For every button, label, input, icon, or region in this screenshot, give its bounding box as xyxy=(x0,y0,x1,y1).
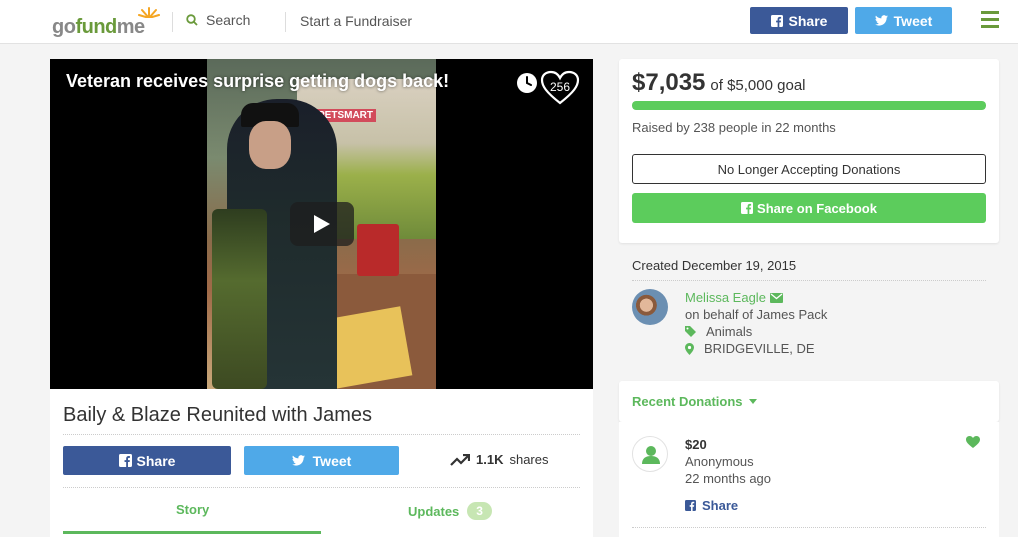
header-divider xyxy=(285,12,286,32)
search-icon xyxy=(186,14,198,26)
recent-donations-label: Recent Donations xyxy=(632,394,743,409)
logo-text: gofundme xyxy=(52,16,145,38)
tweet-label: Tweet xyxy=(893,12,933,29)
progress-fill xyxy=(632,101,986,110)
like-count: 256 xyxy=(549,80,571,94)
shares-number: 1.1K xyxy=(476,452,504,467)
facebook-icon xyxy=(118,454,132,467)
search-link[interactable]: Search xyxy=(186,12,250,28)
facebook-icon xyxy=(770,14,783,27)
watch-later-icon[interactable] xyxy=(516,72,538,94)
shares-label: shares xyxy=(509,452,549,467)
video-title: Veteran receives surprise getting dogs b… xyxy=(66,71,450,91)
recent-donations-dropdown[interactable]: Recent Donations xyxy=(632,394,757,409)
donation-amount: $20 xyxy=(685,437,707,452)
on-behalf-of: on behalf of James Pack xyxy=(685,307,828,322)
campaign-video[interactable]: PETSMART Veteran receives surprise getti… xyxy=(50,59,593,389)
gofundme-logo[interactable]: gofundme xyxy=(52,6,160,38)
donor-name: Anonymous xyxy=(685,454,754,469)
tweet-label: Tweet xyxy=(312,452,352,469)
location-label: BRIDGEVILLE, DE xyxy=(704,341,815,356)
organizer-avatar[interactable] xyxy=(632,289,668,325)
donor-avatar-icon xyxy=(632,436,668,472)
start-fundraiser-link[interactable]: Start a Fundraiser xyxy=(300,13,412,29)
play-button[interactable] xyxy=(290,202,354,246)
twitter-tweet-button[interactable]: Tweet xyxy=(244,446,399,475)
map-marker-icon xyxy=(685,342,694,355)
campaign-location: BRIDGEVILLE, DE xyxy=(685,341,815,356)
raised-by-text: Raised by 238 people in 22 months xyxy=(632,120,836,135)
goal-amount: of $5,000 goal xyxy=(710,77,806,94)
campaign-title: Baily & Blaze Reunited with James xyxy=(63,404,373,426)
top-navbar: gofundme Search Start a Fundraiser Share… xyxy=(0,0,1018,44)
progress-bar xyxy=(632,101,986,110)
campaign-category[interactable]: Animals xyxy=(685,324,752,339)
donation-share-button[interactable]: Share xyxy=(685,498,738,513)
amount-raised: $7,035 of $5,000 goal xyxy=(632,69,806,97)
header-facebook-share-button[interactable]: Share xyxy=(750,7,848,34)
tab-updates[interactable]: Updates 3 xyxy=(408,502,492,520)
no-longer-accepting-button[interactable]: No Longer Accepting Donations xyxy=(632,154,986,184)
share-label: Share xyxy=(136,452,176,469)
tag-icon xyxy=(685,326,696,337)
menu-icon[interactable] xyxy=(981,11,999,29)
donation-time: 22 months ago xyxy=(685,471,772,486)
donation-share-label: Share xyxy=(702,498,739,513)
header-twitter-tweet-button[interactable]: Tweet xyxy=(855,7,952,34)
tab-updates-label: Updates xyxy=(408,503,460,519)
share-on-facebook-label: Share on Facebook xyxy=(757,200,877,216)
category-label: Animals xyxy=(706,324,753,339)
caret-down-icon xyxy=(748,399,757,404)
organizer-name: Melissa Eagle xyxy=(685,290,766,305)
facebook-icon xyxy=(741,202,754,214)
divider xyxy=(632,280,986,281)
recent-donations-header[interactable]: Recent Donations xyxy=(619,381,999,422)
share-on-facebook-button[interactable]: Share on Facebook xyxy=(632,193,986,223)
share-label: Share xyxy=(788,12,828,29)
divider xyxy=(63,434,580,435)
twitter-icon xyxy=(874,15,888,26)
updates-count-badge: 3 xyxy=(467,502,492,520)
share-count: 1.1K shares xyxy=(450,452,549,467)
donation-item: $20 Anonymous 22 months ago Share xyxy=(619,422,999,537)
donation-summary-card: $7,035 of $5,000 goal Raised by 238 peop… xyxy=(619,59,999,243)
divider xyxy=(63,487,580,488)
tab-story[interactable]: Story xyxy=(176,502,209,517)
envelope-icon[interactable] xyxy=(769,292,783,303)
created-date: Created December 19, 2015 xyxy=(632,258,797,273)
campaign-info-card: Baily & Blaze Reunited with James Share … xyxy=(50,389,593,537)
search-label: Search xyxy=(206,12,251,28)
facebook-share-button[interactable]: Share xyxy=(63,446,231,475)
heart-icon[interactable] xyxy=(966,436,980,448)
raised-amount: $7,035 xyxy=(632,69,706,96)
organizer-name-link[interactable]: Melissa Eagle xyxy=(685,290,783,305)
divider xyxy=(632,527,986,528)
trending-up-icon xyxy=(450,453,470,466)
twitter-icon xyxy=(291,455,305,466)
facebook-icon xyxy=(685,500,696,511)
play-icon xyxy=(314,215,330,233)
header-divider xyxy=(172,12,173,32)
active-tab-indicator xyxy=(63,531,321,534)
like-heart-icon[interactable]: 256 xyxy=(540,70,580,106)
